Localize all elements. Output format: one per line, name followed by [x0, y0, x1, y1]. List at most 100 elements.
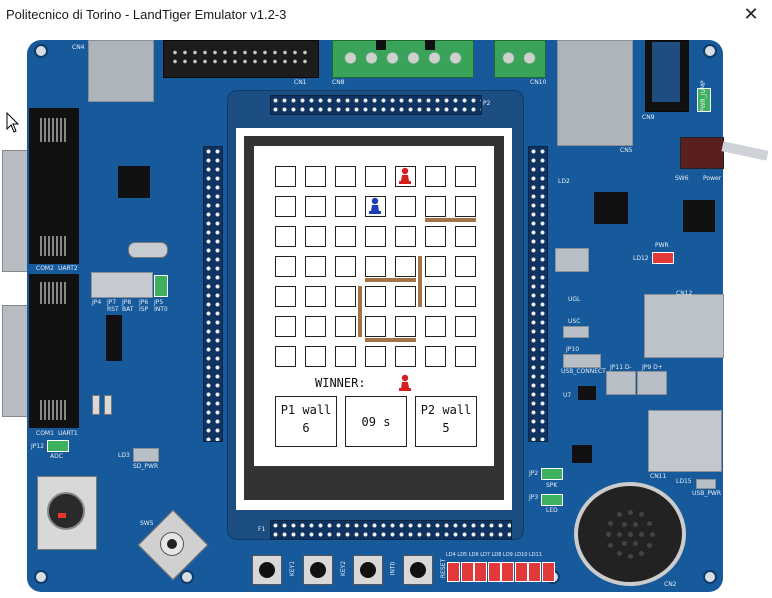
speaker-hole [633, 541, 638, 547]
wall-vertical [418, 256, 422, 307]
jp9-jumper [637, 371, 667, 395]
regulator-chip [683, 200, 715, 232]
grid-cell [275, 316, 296, 337]
window-title: Politecnico di Torino - LandTiger Emulat… [6, 7, 287, 22]
grid-cell [455, 196, 476, 217]
sd-pwr-led [133, 448, 159, 462]
cn8-tab-1 [376, 40, 386, 50]
led-row-labels: LD4 LD5 LD6 LD7 LD8 LD9 LD10 LD11 [446, 552, 543, 558]
grid-cell [395, 286, 416, 307]
adc-label: ADC [50, 453, 63, 460]
sd-pwr-label: SD_PWR [133, 463, 159, 470]
spk-label: SPK [546, 482, 558, 489]
grid-cell [365, 286, 386, 307]
red-pawn-icon [399, 167, 411, 184]
ld12-label: LD12 [633, 255, 649, 262]
wall-vertical [358, 286, 362, 337]
led-indicator [528, 562, 541, 582]
cn12-label: CN12 [676, 290, 693, 297]
smd-left-1 [92, 395, 100, 415]
led-label: LED [546, 507, 558, 514]
ld15-label: LD15 [676, 478, 692, 485]
joystick-dot [167, 539, 177, 549]
jp9-label: JP9 D+ [642, 364, 663, 371]
lcd-top-pin-header [270, 95, 482, 115]
power-switch-sw6[interactable] [680, 137, 724, 169]
jp3-led-jumper [541, 494, 563, 506]
cn8-tab-2 [425, 40, 435, 50]
grid-cell [305, 196, 326, 217]
left-ic-u [106, 315, 122, 361]
uart2-label: UART2 [58, 265, 78, 272]
jp4-jumpers [91, 272, 153, 298]
mount-hole-bl [34, 570, 48, 584]
cn5-connector [557, 40, 633, 146]
grid-cell [335, 166, 356, 187]
cn8-screws [340, 50, 466, 66]
com1-pins-bottom [40, 400, 68, 420]
grid-cell [455, 286, 476, 307]
jp12-label: JP12 [31, 443, 45, 450]
com1-label: COM1 [36, 430, 54, 437]
grid-cell [365, 166, 386, 187]
grid-cell [425, 286, 446, 307]
grid-cell [395, 256, 416, 277]
led-indicator [487, 562, 501, 582]
jp6-label: JP6 [139, 299, 149, 306]
p1-wall-count: 6 [302, 421, 310, 435]
speaker-hole [627, 553, 633, 559]
power-label: Power [703, 175, 722, 182]
jp4-label: JP4 [92, 299, 102, 306]
sw5-label: SW5 [140, 520, 154, 527]
usb-connect-jumper [563, 354, 601, 368]
grid-cell [395, 196, 416, 217]
grid-cell [425, 166, 446, 187]
close-icon[interactable]: ✕ [740, 4, 762, 26]
grid-cell [425, 316, 446, 337]
mount-hole-tl [34, 44, 48, 58]
cn11-label: CN11 [650, 473, 667, 480]
speaker-hole [646, 542, 652, 548]
cn10-screws [498, 50, 540, 66]
jp3-label: JP3 [529, 494, 539, 501]
grid-cell [425, 346, 446, 367]
crystal [128, 242, 168, 258]
speaker-hole [649, 531, 655, 537]
grid-cell [275, 196, 296, 217]
grid-cell [305, 316, 326, 337]
cn8-label: CN8 [332, 79, 345, 86]
winner-label: WINNER: [315, 376, 366, 390]
speaker-hole [633, 521, 638, 527]
potentiometer-indicator [58, 513, 66, 518]
potentiometer-knob[interactable] [47, 492, 85, 530]
winner-pawn-icon [399, 374, 411, 391]
grid-cell [305, 226, 326, 247]
jp2-label: JP2 [529, 470, 539, 477]
jp5-label: JP5 [154, 299, 164, 306]
grid-cell [305, 346, 326, 367]
grid-cell [365, 256, 386, 277]
u7-label: U7 [563, 392, 572, 399]
cn4-label: CN4 [72, 44, 85, 51]
right-pin-header [528, 146, 548, 442]
p2-wall-box: P2 wall 5 [415, 396, 477, 447]
jp5-jumper [154, 275, 168, 297]
grid-cell [395, 226, 416, 247]
grid-cell [395, 346, 416, 367]
reset-cap [410, 562, 426, 578]
cn1-pins [170, 48, 310, 66]
title-bar: Politecnico di Torino - LandTiger Emulat… [0, 0, 772, 30]
led-indicator [474, 562, 487, 582]
ld3-label: LD3 [118, 452, 130, 459]
p1-wall-label: P1 wall [280, 403, 332, 417]
grid-cell [335, 196, 356, 217]
grid-cell [455, 226, 476, 247]
key1-button[interactable] [252, 555, 282, 585]
reset-button[interactable] [403, 555, 433, 585]
timer-value: 09 s [361, 415, 391, 429]
blue-pawn-icon [369, 197, 381, 214]
key2-button[interactable] [303, 555, 333, 585]
grid-cell [365, 316, 386, 337]
led-indicator [447, 562, 460, 582]
int0-button[interactable] [353, 555, 383, 585]
